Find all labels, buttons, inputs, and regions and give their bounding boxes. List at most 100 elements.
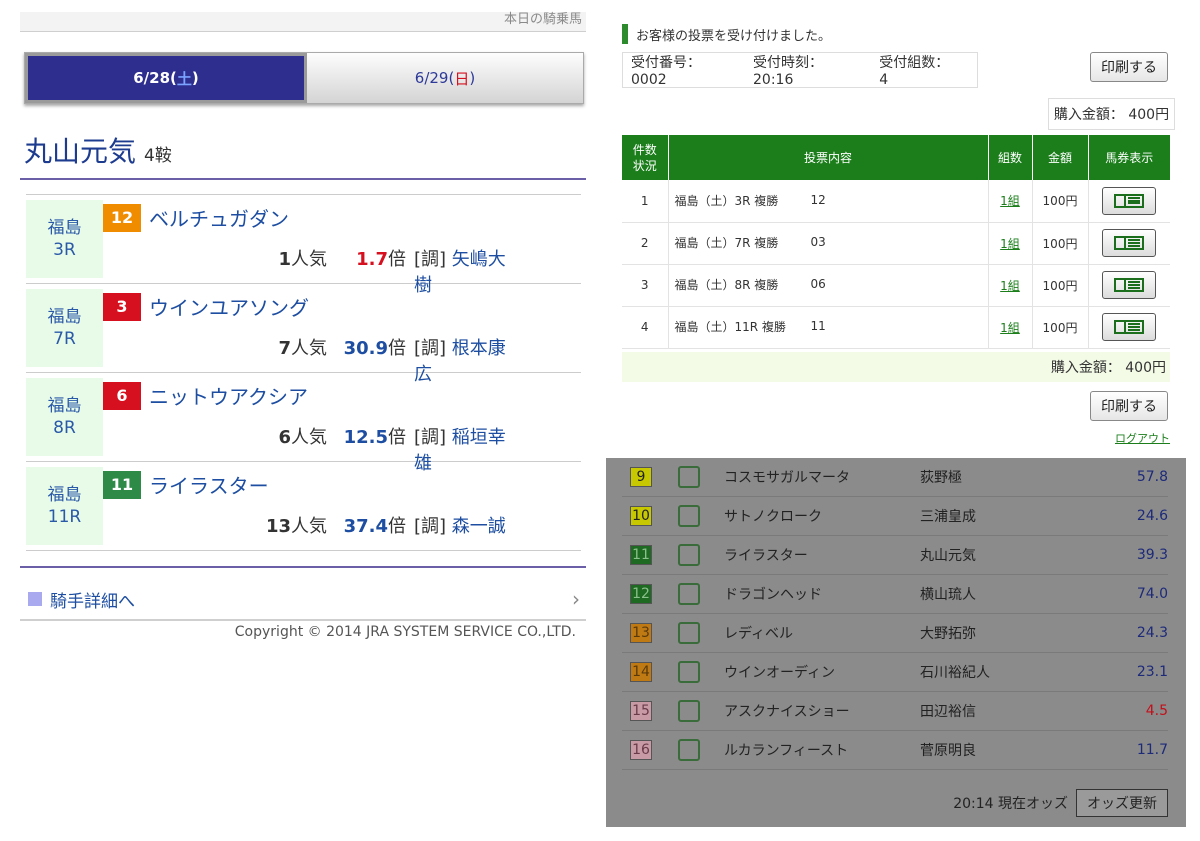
- select-checkbox[interactable]: [678, 739, 700, 761]
- ride-row[interactable]: 福島 3R 12 ベルチュガダン 1人気 1.7倍 [調] 矢嶋大樹: [26, 195, 581, 296]
- horse-name[interactable]: ウインユアソング: [149, 292, 309, 321]
- odds-value: 39.3: [1136, 547, 1168, 563]
- ride-row[interactable]: 福島 11R 11 ライラスター 13人気 37.4倍 [調] 森一誠: [26, 462, 581, 551]
- ticket-view-button[interactable]: [1102, 313, 1157, 341]
- bet-content-cell: 福島（土）11R 複勝 11: [668, 306, 989, 349]
- vote-receipt-dialog: お客様の投票を受け付けました。 受付番号： 0002 受付時刻： 20:16 受…: [614, 10, 1178, 457]
- col-count-status: 件数 状況: [622, 135, 669, 180]
- purchase-total-bottom: 購入金額： 400円: [622, 352, 1170, 382]
- select-checkbox[interactable]: [678, 583, 700, 605]
- horse-number-badge: 13: [630, 623, 652, 643]
- select-checkbox[interactable]: [678, 622, 700, 644]
- popularity-rank: 1: [278, 249, 291, 270]
- horse-number-badge: 16: [630, 740, 652, 760]
- odds-value: 11.7: [1136, 742, 1168, 758]
- col-amount: 金額: [1032, 135, 1089, 180]
- confirmation-text: お客様の投票を受け付けました。: [636, 28, 832, 44]
- select-checkbox[interactable]: [678, 544, 700, 566]
- trainer: [調] 森一誠: [414, 512, 506, 538]
- bet-race: 福島（土）7R 複勝: [674, 236, 779, 250]
- bet-content-cell: 福島（土）8R 複勝 06: [668, 264, 989, 307]
- odds-value: 24.6: [1136, 508, 1168, 524]
- bet-amount: 100円: [1032, 180, 1089, 223]
- odds-jockey-name: 石川裕紀人: [920, 665, 990, 681]
- bet-selection: 03: [810, 235, 826, 249]
- popularity-unit: 人気: [291, 249, 327, 270]
- refresh-odds-button[interactable]: オッズ更新: [1076, 789, 1168, 817]
- tab-close: ): [191, 69, 199, 87]
- bet-amount: 100円: [1032, 264, 1089, 307]
- receipt-info: 受付番号： 0002 受付時刻： 20:16 受付組数： 4: [622, 52, 978, 88]
- tab-date-0629[interactable]: 6/29(日): [307, 53, 583, 103]
- odds-unit: 倍: [388, 427, 406, 448]
- odds-row: 15 アスクナイスショー 田辺裕信 4.5: [622, 692, 1168, 731]
- ticket-cell: [1088, 306, 1170, 349]
- odds-horse-name: サトノクローク: [724, 509, 822, 525]
- odds-horse-name: ライラスター: [724, 548, 808, 564]
- bet-table-header: 件数 状況 投票内容 組数 金額 馬券表示: [622, 135, 1170, 180]
- race-number: 11R: [47, 507, 82, 527]
- bet-race: 福島（土）11R 複勝: [674, 320, 786, 334]
- bet-sets-link[interactable]: 1組: [988, 264, 1033, 307]
- odds: 37.4倍: [344, 512, 406, 538]
- odds-footer: 20:14 現在オッズ オッズ更新: [622, 788, 1168, 818]
- col-ticket-view: 馬券表示: [1088, 135, 1170, 180]
- bet-sets-link[interactable]: 1組: [988, 222, 1033, 265]
- ticket-view-button[interactable]: [1102, 186, 1157, 215]
- tab-close: ): [469, 69, 476, 87]
- today-rides-link[interactable]: 本日の騎乗馬: [20, 12, 586, 32]
- trainer-name[interactable]: 森一誠: [452, 516, 506, 537]
- ride-list: 福島 3R 12 ベルチュガダン 1人気 1.7倍 [調] 矢嶋大樹 福島 7R…: [26, 195, 581, 551]
- bet-content-cell: 福島（土）3R 複勝 12: [668, 180, 989, 223]
- ticket-view-button[interactable]: [1102, 271, 1157, 299]
- col-sets: 組数: [988, 135, 1033, 180]
- popularity: 7人気: [278, 334, 327, 360]
- odds-jockey-name: 田辺裕信: [920, 704, 976, 720]
- odds-jockey-name: 横山琉人: [920, 587, 976, 603]
- horse-number-badge: 11: [103, 470, 141, 499]
- ride-body: 12 ベルチュガダン 1人気 1.7倍 [調] 矢嶋大樹: [103, 195, 581, 296]
- ride-row[interactable]: 福島 7R 3 ウインユアソング 7人気 30.9倍 [調] 根本康広: [26, 284, 581, 385]
- popularity: 6人気: [278, 423, 327, 449]
- select-checkbox[interactable]: [678, 505, 700, 527]
- odds-jockey-name: 大野拓弥: [920, 626, 976, 642]
- horse-line: 3 ウインユアソング: [103, 292, 309, 321]
- select-checkbox[interactable]: [678, 661, 700, 683]
- odds-list-dimmed: 9 コスモサガルマータ 荻野極 57.8 10 サトノクローク 三浦皇成 24.6…: [606, 458, 1186, 827]
- bet-sets-link[interactable]: 1組: [988, 180, 1033, 223]
- select-checkbox[interactable]: [678, 700, 700, 722]
- select-checkbox[interactable]: [678, 466, 700, 488]
- print-button-bottom[interactable]: 印刷する: [1090, 391, 1168, 421]
- bet-index: 3: [622, 264, 669, 307]
- race-cell: 福島 11R: [26, 467, 103, 545]
- betting-panel: 9 コスモサガルマータ 荻野極 57.8 10 サトノクローク 三浦皇成 24.6…: [606, 0, 1200, 841]
- odds: 12.5倍: [344, 423, 406, 449]
- horse-name[interactable]: ニットウアクシア: [149, 381, 308, 410]
- odds-horse-name: ウインオーディン: [724, 665, 836, 681]
- ticket-icon: [1114, 236, 1145, 250]
- jockey-detail-link[interactable]: 騎手詳細へ ›: [20, 580, 586, 618]
- odds-row: 9 コスモサガルマータ 荻野極 57.8: [622, 458, 1168, 497]
- race-cell: 福島 7R: [26, 289, 103, 367]
- odds-value: 24.3: [1136, 625, 1168, 641]
- logout-link[interactable]: ログアウト: [1115, 430, 1170, 446]
- ride-body: 11 ライラスター 13人気 37.4倍 [調] 森一誠: [103, 462, 581, 550]
- ticket-view-button[interactable]: [1102, 229, 1157, 257]
- ride-row[interactable]: 福島 8R 6 ニットウアクシア 6人気 12.5倍 [調] 稲垣幸雄: [26, 373, 581, 474]
- horse-name[interactable]: ベルチュガダン: [149, 203, 289, 232]
- horse-name[interactable]: ライラスター: [149, 470, 269, 499]
- odds-jockey-name: 三浦皇成: [920, 509, 976, 525]
- odds-value: 74.0: [1136, 586, 1168, 602]
- print-button-top[interactable]: 印刷する: [1090, 52, 1168, 82]
- horse-number-badge: 6: [103, 381, 141, 410]
- odds-horse-name: アスクナイスショー: [724, 704, 850, 720]
- bet-amount: 100円: [1032, 306, 1089, 349]
- footer-divider-bottom: [20, 619, 586, 621]
- bet-selection: 11: [810, 319, 826, 333]
- tab-date-0628[interactable]: 6/28(土): [25, 53, 307, 103]
- odds-horse-name: ルカランフィースト: [724, 743, 849, 759]
- bet-sets-link[interactable]: 1組: [988, 306, 1033, 349]
- ticket-cell: [1088, 180, 1170, 223]
- ticket-icon: [1114, 193, 1145, 208]
- odds-row: 14 ウインオーディン 石川裕紀人 23.1: [622, 653, 1168, 692]
